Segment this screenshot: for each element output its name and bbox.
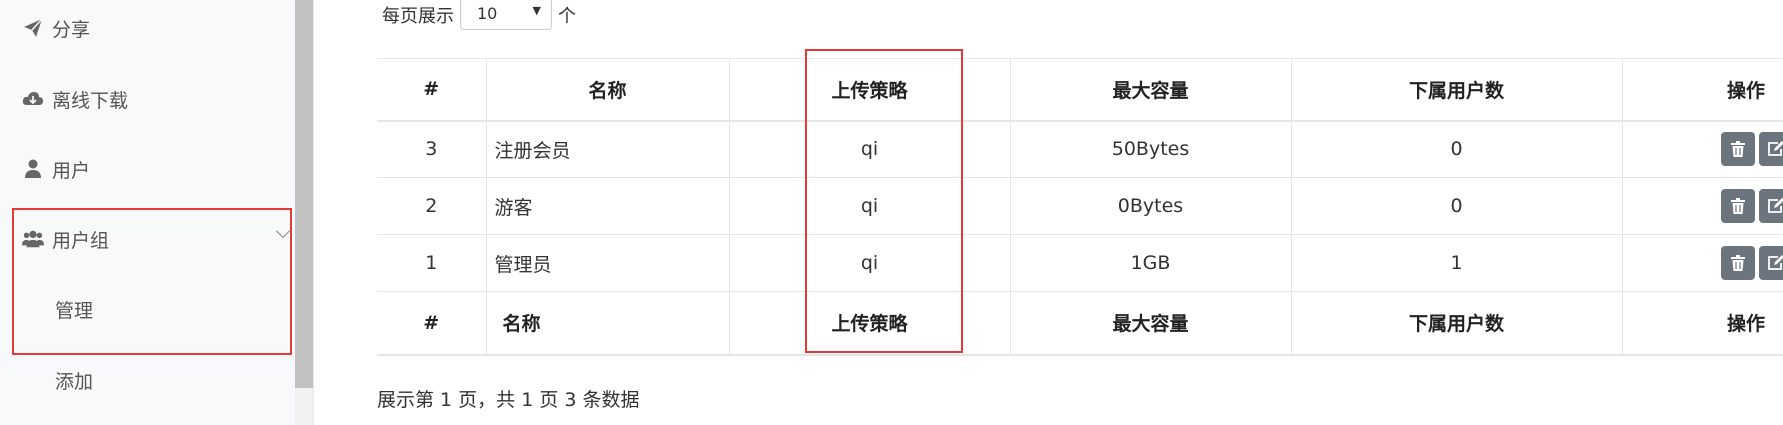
cell-max-capacity: 50Bytes: [1010, 120, 1292, 178]
sidebar-item-label: 离线下载: [52, 89, 129, 112]
cell-name: 游客: [486, 177, 730, 235]
cell-member-count: 0: [1291, 120, 1623, 178]
trash-icon: [1731, 141, 1745, 158]
trash-icon: [1731, 198, 1745, 214]
cell-id: 1: [377, 234, 487, 292]
sidebar-subitem-add[interactable]: 添加: [55, 367, 93, 394]
column-header-max-capacity[interactable]: 最大容量: [1010, 58, 1292, 121]
paper-plane-icon: [22, 17, 44, 39]
cell-actions: [1622, 178, 1783, 235]
highlight-box-user-group: [12, 208, 292, 355]
scrollbar-thumb[interactable]: [295, 0, 313, 388]
column-footer-name: 名称: [486, 291, 730, 355]
column-header-member-count[interactable]: 下属用户数: [1291, 58, 1623, 121]
edit-button[interactable]: [1759, 189, 1783, 223]
edit-icon: [1768, 141, 1783, 157]
sidebar-item-users[interactable]: 用户: [0, 147, 295, 191]
sidebar-item-label: 用户: [52, 159, 91, 182]
trash-icon: [1731, 255, 1745, 271]
per-page-prefix: 每页展示: [382, 6, 454, 27]
column-header-name[interactable]: 名称: [486, 58, 730, 121]
highlight-box-upload-policy-column: [805, 49, 963, 353]
column-footer-max-capacity: 最大容量: [1010, 291, 1292, 355]
sidebar-item-label: 分享: [52, 18, 91, 41]
pagination-info: 展示第 1 页，共 1 页 3 条数据: [377, 389, 640, 411]
table-row: 1 管理员 qi 1GB 1: [377, 234, 1783, 292]
per-page-value: 10: [477, 4, 498, 23]
cell-member-count: 1: [1291, 234, 1623, 292]
edit-button[interactable]: [1759, 246, 1783, 280]
user-icon: [22, 158, 44, 180]
column-header-id[interactable]: #: [377, 58, 487, 121]
per-page-select[interactable]: 10 ▼: [460, 0, 552, 30]
table-header-row: # 名称 上传策略 最大容量 下属用户数 操作: [377, 58, 1783, 121]
table-row: 3 注册会员 qi 50Bytes 0: [377, 120, 1783, 178]
cloud-download-icon: [22, 88, 44, 110]
table-row: 2 游客 qi 0Bytes 0: [377, 177, 1783, 235]
edit-button[interactable]: [1759, 132, 1783, 167]
column-footer-id: #: [377, 291, 487, 355]
delete-button[interactable]: [1721, 132, 1755, 167]
column-footer-actions: 操作: [1726, 313, 1765, 336]
divider: [313, 0, 314, 425]
user-group-table: # 名称 上传策略 最大容量 下属用户数 操作 3 注册会员 qi 50Byte…: [377, 58, 1783, 356]
cell-name: 管理员: [486, 234, 730, 292]
cell-member-count: 0: [1291, 177, 1623, 235]
column-footer-member-count: 下属用户数: [1291, 291, 1623, 355]
sidebar-item-offline-download[interactable]: 离线下载: [0, 77, 295, 121]
cell-actions: [1622, 121, 1783, 178]
column-header-actions: 操作: [1726, 79, 1765, 102]
cell-id: 2: [377, 177, 487, 235]
table-footer-row: # 名称 上传策略 最大容量 下属用户数 操作: [377, 291, 1783, 355]
caret-down-icon: ▼: [532, 4, 541, 17]
delete-button[interactable]: [1721, 189, 1755, 223]
per-page-suffix: 个: [558, 6, 576, 27]
cell-actions: [1622, 235, 1783, 292]
cell-id: 3: [377, 120, 487, 178]
per-page-control: 每页展示 10 ▼ 个: [382, 0, 576, 30]
sidebar-item-share[interactable]: 分享: [0, 6, 295, 50]
edit-icon: [1768, 255, 1783, 270]
edit-icon: [1768, 198, 1783, 213]
cell-max-capacity: 0Bytes: [1010, 177, 1292, 235]
delete-button[interactable]: [1721, 246, 1755, 280]
cell-name: 注册会员: [486, 120, 730, 178]
cell-max-capacity: 1GB: [1010, 234, 1292, 292]
